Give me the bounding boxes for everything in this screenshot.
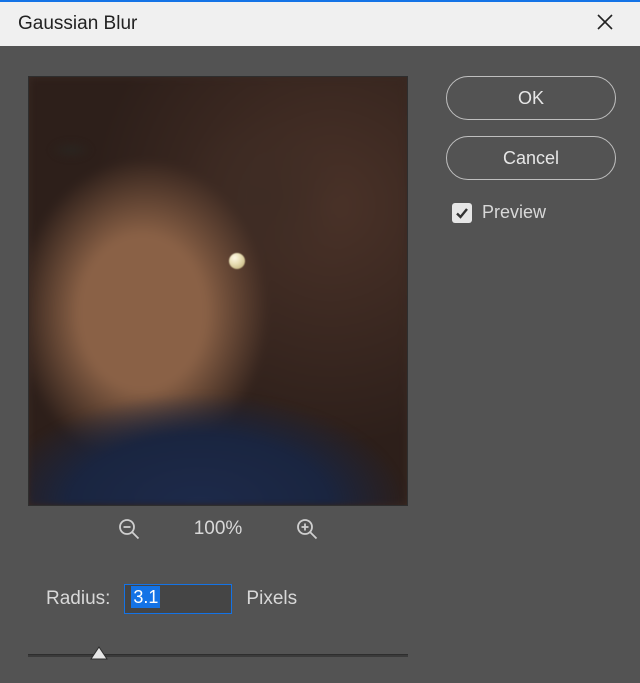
preview-checkbox-row[interactable]: Preview: [452, 202, 616, 223]
slider-track: [28, 654, 408, 657]
dialog-title: Gaussian Blur: [18, 13, 137, 35]
radius-row: Radius: 3.1 Pixels: [46, 584, 297, 614]
radius-input[interactable]: 3.1: [124, 584, 232, 614]
right-column: OK Cancel Preview: [446, 76, 616, 223]
preview-detail: [229, 253, 245, 269]
cancel-button[interactable]: Cancel: [446, 136, 616, 180]
radius-label: Radius:: [46, 588, 110, 610]
checkmark-icon: [454, 205, 470, 221]
zoom-out-icon[interactable]: [118, 518, 140, 540]
titlebar: Gaussian Blur: [0, 0, 640, 46]
preview-detail: [41, 137, 101, 163]
zoom-level: 100%: [194, 518, 243, 540]
close-icon[interactable]: [588, 7, 622, 41]
dialog-content: 100% Radius: 3.1 Pixels OK Cancel: [0, 46, 640, 683]
radius-unit: Pixels: [246, 588, 297, 610]
slider-thumb[interactable]: [90, 646, 108, 662]
radius-slider[interactable]: [28, 644, 408, 668]
preview-label: Preview: [482, 202, 546, 223]
preview-image[interactable]: [28, 76, 408, 506]
ok-button[interactable]: OK: [446, 76, 616, 120]
preview-checkbox[interactable]: [452, 203, 472, 223]
radius-value: 3.1: [131, 586, 160, 608]
zoom-controls: 100%: [28, 518, 408, 540]
zoom-in-icon[interactable]: [296, 518, 318, 540]
